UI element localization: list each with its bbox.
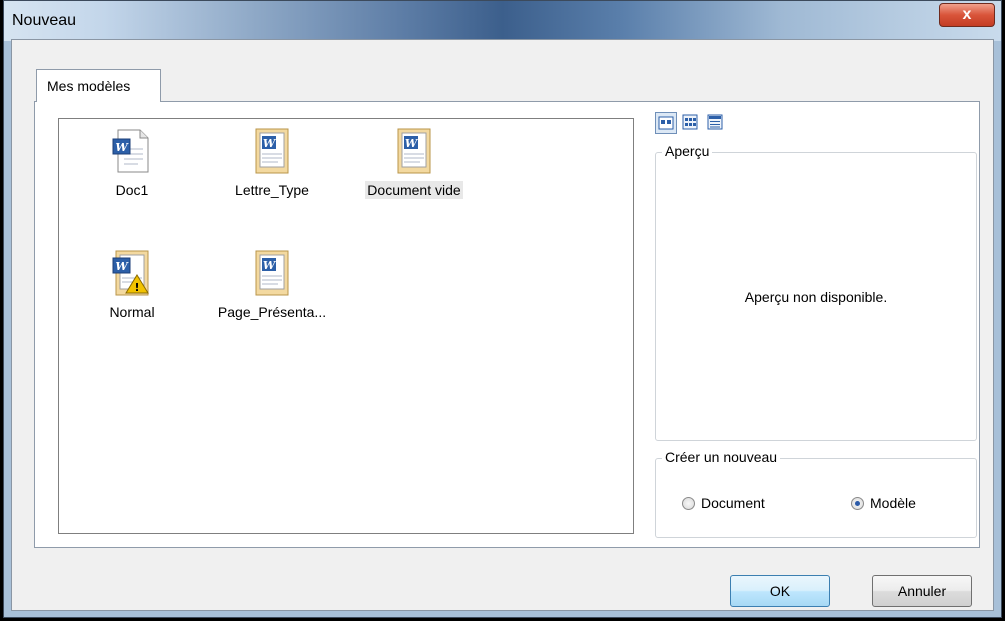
- tab-panel: W Doc1 W Lettre_Type W Document vide W !…: [34, 101, 980, 548]
- cancel-button[interactable]: Annuler: [872, 575, 972, 607]
- tab-label: Mes modèles: [47, 78, 131, 94]
- list-view-icon: [682, 114, 698, 130]
- close-button[interactable]: x: [939, 3, 995, 27]
- template-item-document-vide[interactable]: W Document vide: [349, 127, 479, 200]
- template-item-lettre-type[interactable]: W Lettre_Type: [207, 127, 337, 200]
- template-list[interactable]: W Doc1 W Lettre_Type W Document vide W !…: [58, 118, 634, 534]
- svg-text:!: !: [134, 281, 139, 294]
- word-normal-template-icon: W !: [112, 250, 149, 296]
- template-name: Normal: [109, 304, 155, 320]
- title-bar[interactable]: Nouveau x: [4, 1, 1001, 41]
- word-template-icon: W: [397, 128, 431, 174]
- radio-modele[interactable]: Modèle: [851, 495, 916, 511]
- radio-button[interactable]: [682, 496, 695, 510]
- radio-label: Modèle: [870, 495, 916, 511]
- details-view-icon: [707, 114, 723, 130]
- preview-title: Aperçu: [662, 143, 713, 159]
- word-template-icon: W: [255, 128, 289, 174]
- details-view-button[interactable]: [705, 112, 727, 134]
- template-name: Document vide: [365, 181, 463, 199]
- template-name: Lettre_Type: [235, 182, 309, 198]
- radio-label: Document: [701, 495, 765, 511]
- word-document-icon: W: [112, 129, 149, 173]
- new-document-dialog: Nouveau x Mes modèles W Doc1 W Lettre_Ty…: [3, 0, 1002, 618]
- preview-message: Aperçu non disponible.: [744, 289, 888, 305]
- svg-text:W: W: [405, 137, 419, 150]
- radio-document[interactable]: Document: [682, 495, 765, 511]
- template-item-normal[interactable]: W ! Normal: [67, 249, 197, 322]
- radio-button[interactable]: [851, 496, 864, 510]
- dialog-title: Nouveau: [12, 12, 77, 29]
- svg-text:W: W: [263, 259, 277, 272]
- list-view-button[interactable]: [680, 112, 702, 134]
- dialog-body: Mes modèles W Doc1 W Lettre_Type W Docum…: [11, 39, 994, 611]
- template-item-doc1[interactable]: W Doc1: [67, 127, 197, 200]
- word-template-icon: W: [255, 250, 289, 296]
- preview-group: Aperçu Aperçu non disponible.: [655, 143, 977, 441]
- large-icons-view-icon: [658, 116, 674, 130]
- tab-mes-modeles[interactable]: Mes modèles: [36, 69, 161, 102]
- template-name: Page_Présenta...: [217, 304, 327, 320]
- create-new-group: Créer un nouveau Document Modèle: [655, 449, 977, 538]
- template-name: Doc1: [115, 182, 149, 198]
- large-icons-view-button[interactable]: [655, 112, 677, 134]
- svg-text:W: W: [115, 260, 129, 273]
- ok-button[interactable]: OK: [730, 575, 830, 607]
- svg-text:W: W: [263, 137, 277, 150]
- template-item-page-presentation[interactable]: W Page_Présenta...: [207, 249, 337, 322]
- svg-text:W: W: [115, 141, 129, 154]
- close-icon: x: [962, 6, 972, 23]
- create-new-title: Créer un nouveau: [662, 449, 781, 465]
